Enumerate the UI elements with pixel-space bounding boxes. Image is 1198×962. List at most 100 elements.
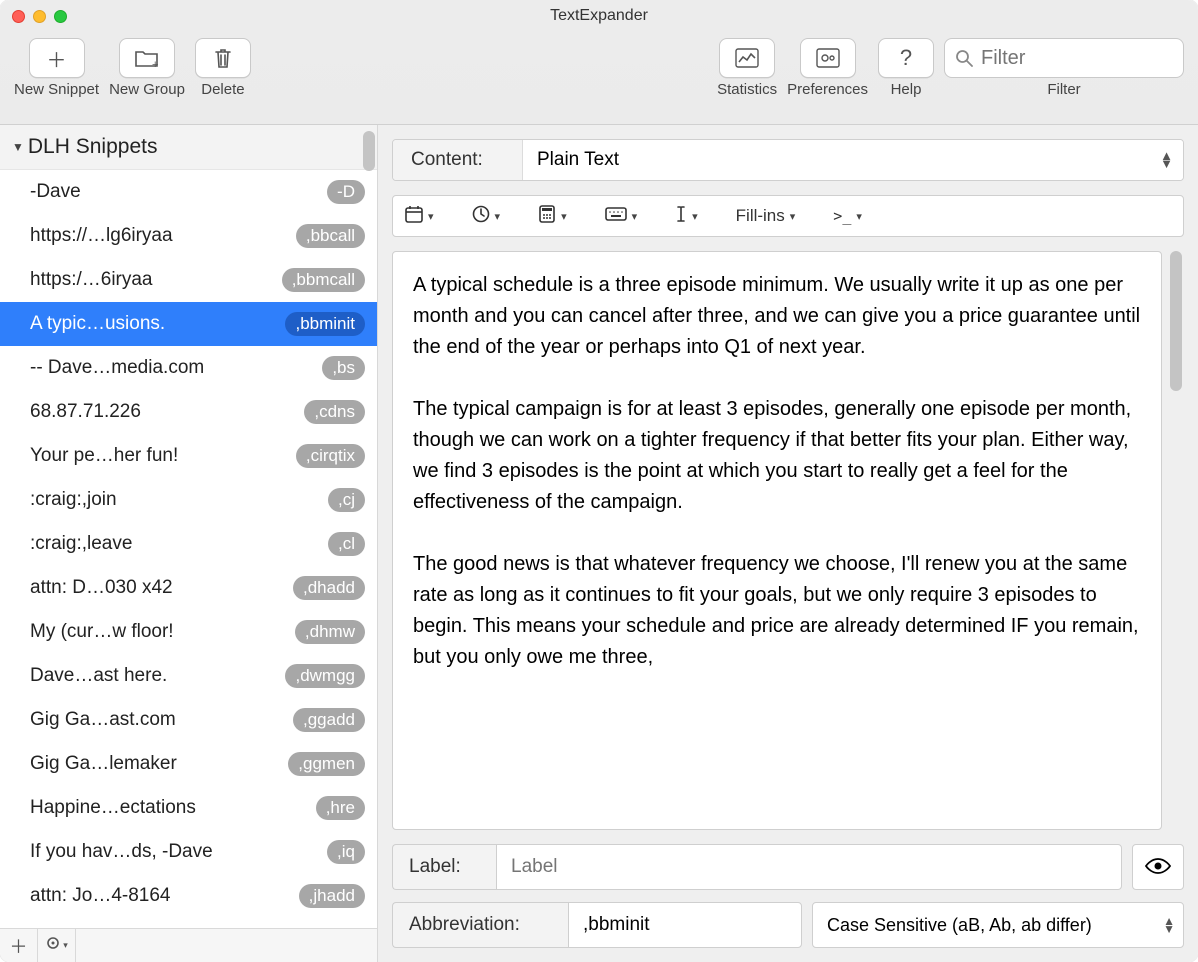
snippet-row[interactable]: Dave…ast here.,dwmgg	[0, 654, 377, 698]
snippet-abbreviation-badge: ,dwmgg	[285, 664, 365, 688]
snippet-row[interactable]: My (cur…w floor!,dhmw	[0, 610, 377, 654]
insert-cursor-menu[interactable]: ▾	[675, 205, 698, 228]
snippet-label: :craig:,join	[30, 489, 328, 511]
window-title: TextExpander	[0, 7, 1198, 25]
snippet-row[interactable]: A typic…usions.,bbminit	[0, 302, 377, 346]
insert-datemath-menu[interactable]: ▾	[538, 205, 567, 228]
snippet-row[interactable]: https://…lg6iryaa,bbcall	[0, 214, 377, 258]
folder-plus-icon: +	[135, 48, 159, 68]
bottom-rows: Label: Abbreviation:	[392, 844, 1184, 948]
new-snippet-label: New Snippet	[14, 81, 99, 98]
delete-button[interactable]	[195, 38, 251, 78]
snippet-row[interactable]: Your pe…her fun!,cirqtix	[0, 434, 377, 478]
add-button[interactable]: ＋	[0, 929, 38, 962]
label-input[interactable]	[511, 856, 1107, 878]
label-field-label: Label:	[392, 844, 496, 890]
filter-search-field[interactable]	[944, 38, 1184, 78]
snippet-row[interactable]: Gig Ga…ast.com,ggadd	[0, 698, 377, 742]
snippet-label: Gig Ga…ast.com	[30, 709, 293, 731]
snippet-abbreviation-badge: ,dhadd	[293, 576, 365, 600]
case-sensitivity-value: Case Sensitive (aB, Ab, ab differ)	[827, 915, 1092, 936]
snippet-row[interactable]: attn: Jo…4-8164,jhadd	[0, 874, 377, 918]
app-window: TextExpander ＋ New Snippet + New Group D	[0, 0, 1198, 962]
snippet-abbreviation-badge: ,bbminit	[285, 312, 365, 336]
snippet-list[interactable]: -Dave-Dhttps://…lg6iryaa,bbcallhttps:/…6…	[0, 170, 377, 928]
insert-key-menu[interactable]: ▾	[605, 206, 638, 226]
editor-scrollbar[interactable]	[1168, 251, 1184, 830]
sidebar-footer: ＋ ▾	[0, 928, 377, 962]
svg-text:+: +	[152, 59, 158, 68]
chevron-down-icon: ▾	[632, 210, 638, 223]
fill-ins-menu[interactable]: Fill-ins ▾	[736, 206, 796, 226]
preferences-button[interactable]	[800, 38, 856, 78]
snippet-abbreviation-badge: ,bbmcall	[282, 268, 365, 292]
filter-input[interactable]	[981, 47, 1198, 70]
snippet-label: Your pe…her fun!	[30, 445, 296, 467]
snippet-row[interactable]: Happine…ectations,hre	[0, 786, 377, 830]
group-header[interactable]: ▼ DLH Snippets	[0, 125, 377, 170]
chevron-down-icon: ▾	[63, 940, 68, 951]
group-name: DLH Snippets	[28, 135, 158, 159]
new-group-button[interactable]: +	[119, 38, 175, 78]
label-field[interactable]	[496, 844, 1122, 890]
snippet-label: -Dave	[30, 181, 327, 203]
snippet-abbreviation-badge: ,cj	[328, 488, 365, 512]
abbreviation-input[interactable]	[583, 914, 787, 936]
insert-script-menu[interactable]: >_ ▾	[833, 207, 862, 225]
case-sensitivity-selector[interactable]: Case Sensitive (aB, Ab, ab differ) ▲▼	[812, 902, 1184, 948]
snippet-editor-toolbar: ▾ ▾ ▾ ▾	[392, 195, 1184, 237]
help-label: Help	[891, 81, 922, 98]
search-icon	[955, 49, 973, 67]
scrollbar-thumb[interactable]	[1170, 251, 1182, 391]
help-button[interactable]: ?	[878, 38, 934, 78]
snippet-label: -- Dave…media.com	[30, 357, 322, 379]
statistics-label: Statistics	[717, 81, 777, 98]
disclosure-triangle-icon[interactable]: ▼	[12, 140, 24, 154]
snippet-label: Dave…ast here.	[30, 665, 285, 687]
updown-icon: ▲▼	[1160, 152, 1173, 168]
keyboard-icon	[605, 206, 627, 226]
snippet-content-editor[interactable]: A typical schedule is a three episode mi…	[392, 251, 1162, 830]
sidebar-scrollbar[interactable]	[363, 131, 375, 171]
content-type-row: Content: Plain Text ▲▼	[392, 139, 1184, 181]
preview-button[interactable]	[1132, 844, 1184, 890]
statistics-button[interactable]	[719, 38, 775, 78]
chart-icon	[735, 48, 759, 68]
abbreviation-field[interactable]	[568, 902, 802, 948]
snippet-abbreviation-badge: ,bbcall	[296, 224, 365, 248]
snippet-row[interactable]: :craig:,leave,cl	[0, 522, 377, 566]
gears-icon	[816, 48, 840, 68]
insert-time-menu[interactable]: ▾	[472, 205, 501, 228]
filter-label: Filter	[1047, 81, 1080, 98]
gear-menu-button[interactable]: ▾	[38, 929, 76, 962]
calendar-icon	[405, 205, 423, 228]
snippet-row[interactable]: -- Dave…media.com,bs	[0, 346, 377, 390]
snippet-row[interactable]: attn: D…030 x42,dhadd	[0, 566, 377, 610]
snippet-label: If you hav…ds, -Dave	[30, 841, 327, 863]
snippet-abbreviation-badge: ,ggadd	[293, 708, 365, 732]
insert-date-menu[interactable]: ▾	[405, 205, 434, 228]
chevron-down-icon: ▾	[790, 210, 796, 223]
new-snippet-button[interactable]: ＋	[29, 38, 85, 78]
snippet-abbreviation-badge: ,ggmen	[288, 752, 365, 776]
snippet-label: 68.87.71.226	[30, 401, 304, 423]
snippet-label: attn: D…030 x42	[30, 577, 293, 599]
snippet-label: https://…lg6iryaa	[30, 225, 296, 247]
content-type-value: Plain Text	[537, 149, 619, 171]
content-type-selector[interactable]: Plain Text ▲▼	[523, 140, 1183, 180]
gear-icon	[45, 935, 61, 956]
snippet-row[interactable]: :craig:,join,cj	[0, 478, 377, 522]
preferences-label: Preferences	[787, 81, 868, 98]
snippet-row[interactable]: If you hav…ds, -Dave,iq	[0, 830, 377, 874]
snippet-row[interactable]: -Dave-D	[0, 170, 377, 214]
snippet-abbreviation-badge: ,hre	[316, 796, 365, 820]
snippet-label: Gig Ga…lemaker	[30, 753, 288, 775]
snippet-label: A typic…usions.	[30, 313, 285, 335]
script-icon: >_	[833, 207, 851, 225]
snippet-row[interactable]: Gig Ga…lemaker,ggmen	[0, 742, 377, 786]
snippet-row[interactable]: https:/…6iryaa,bbmcall	[0, 258, 377, 302]
snippet-row[interactable]: 68.87.71.226,cdns	[0, 390, 377, 434]
snippet-label: attn: Jo…4-8164	[30, 885, 299, 907]
titlebar: TextExpander	[0, 0, 1198, 32]
snippet-abbreviation-badge: ,bs	[322, 356, 365, 380]
